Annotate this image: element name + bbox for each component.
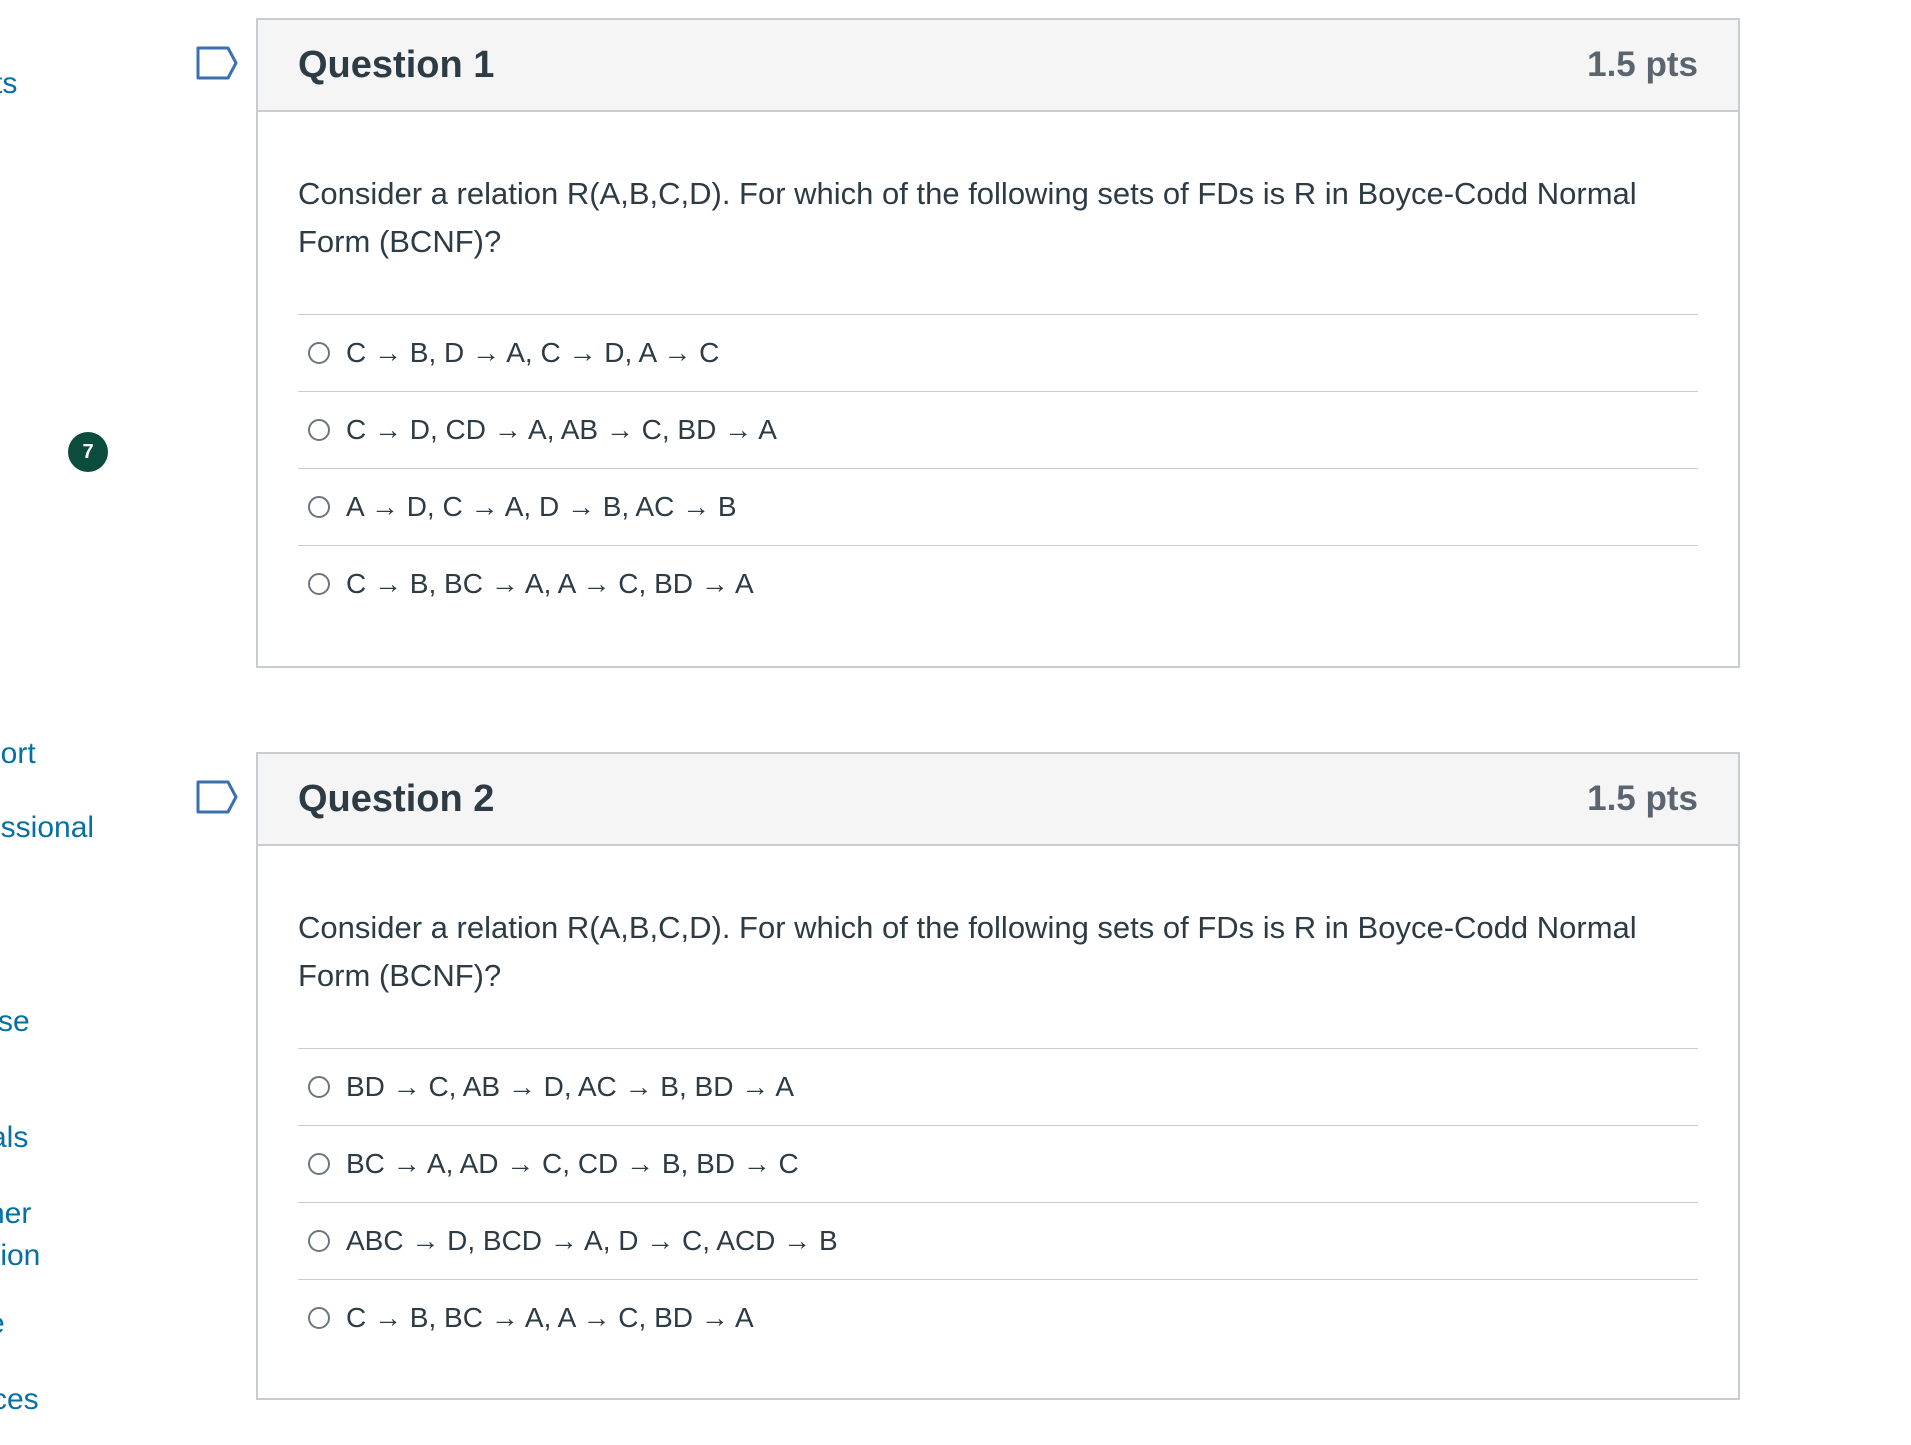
radio-button[interactable] [308, 419, 330, 441]
nav-item-3[interactable]: essional [0, 810, 94, 846]
nav-item-4[interactable]: se [0, 1004, 30, 1040]
question-card-2: Question 2 1.5 pts Consider a relation R… [256, 752, 1740, 1400]
question-body: Consider a relation R(A,B,C,D). For whic… [258, 846, 1738, 1392]
nav-item-8[interactable]: ces [0, 1382, 39, 1418]
radio-button[interactable] [308, 1153, 330, 1175]
nav-unread-badge: 7 [68, 432, 108, 472]
flag-question-1-icon[interactable] [196, 46, 238, 80]
answer-label: A → D, C → A, D → B, AC → B [346, 491, 737, 522]
radio-button[interactable] [308, 573, 330, 595]
answer-option[interactable]: C → B, BC → A, A → C, BD → A [298, 546, 1698, 622]
answer-option[interactable]: C → D, CD → A, AB → C, BD → A [298, 392, 1698, 469]
answer-option[interactable]: ABC → D, BCD → A, D → C, ACD → B [298, 1203, 1698, 1280]
question-card-1: Question 1 1.5 pts Consider a relation R… [256, 18, 1740, 668]
answer-label: ABC → D, BCD → A, D → C, ACD → B [346, 1225, 838, 1256]
question-text: Consider a relation R(A,B,C,D). For whic… [298, 176, 1637, 259]
answer-label: C → B, BC → A, A → C, BD → A [346, 1302, 754, 1333]
answer-label: C → D, CD → A, AB → C, BD → A [346, 414, 777, 445]
nav-item-5[interactable]: als [0, 1120, 28, 1156]
radio-button[interactable] [308, 1076, 330, 1098]
answer-option[interactable]: BC → A, AD → C, CD → B, BD → C [298, 1126, 1698, 1203]
question-points: 1.5 pts [1587, 45, 1698, 84]
question-title: Question 2 [298, 777, 495, 820]
radio-button[interactable] [308, 1230, 330, 1252]
answer-label: C → B, BC → A, A → C, BD → A [346, 568, 754, 599]
answer-option[interactable]: C → B, D → A, C → D, A → C [298, 315, 1698, 392]
answer-list: BD → C, AB → D, AC → B, BD → A BC → A, A… [298, 1048, 1698, 1356]
nav-item-1[interactable]: ts [0, 66, 17, 102]
answer-label: C → B, D → A, C → D, A → C [346, 337, 720, 368]
answer-list: C → B, D → A, C → D, A → C C → D, CD → A… [298, 314, 1698, 622]
answer-label: BD → C, AB → D, AC → B, BD → A [346, 1071, 795, 1102]
answer-option[interactable]: A → D, C → A, D → B, AC → B [298, 469, 1698, 546]
question-header: Question 1 1.5 pts [258, 20, 1738, 112]
radio-button[interactable] [308, 342, 330, 364]
answer-label: BC → A, AD → C, CD → B, BD → C [346, 1148, 799, 1179]
nav-item-7[interactable]: e [0, 1306, 5, 1342]
quiz-page: ts 7 port essional se als her tion e ces… [0, 0, 1911, 1445]
radio-button[interactable] [308, 1307, 330, 1329]
question-title: Question 1 [298, 43, 495, 86]
nav-item-2[interactable]: port [0, 736, 36, 772]
answer-option[interactable]: BD → C, AB → D, AC → B, BD → A [298, 1049, 1698, 1126]
radio-button[interactable] [308, 496, 330, 518]
question-body: Consider a relation R(A,B,C,D). For whic… [258, 112, 1738, 658]
question-text: Consider a relation R(A,B,C,D). For whic… [298, 910, 1637, 993]
question-header: Question 2 1.5 pts [258, 754, 1738, 846]
flag-question-2-icon[interactable] [196, 780, 238, 814]
nav-item-6[interactable]: her [0, 1196, 31, 1232]
question-points: 1.5 pts [1587, 779, 1698, 818]
answer-option[interactable]: C → B, BC → A, A → C, BD → A [298, 1280, 1698, 1356]
nav-item-6-line2[interactable]: tion [0, 1238, 40, 1274]
